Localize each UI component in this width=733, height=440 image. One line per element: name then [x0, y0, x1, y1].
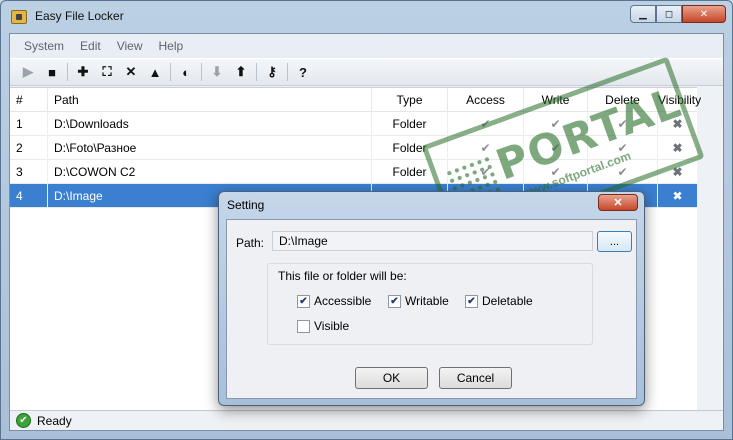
remove-icon[interactable]: ✕ — [119, 61, 143, 83]
row-path: D:\Foto\Разное — [48, 136, 372, 160]
checkbox-box — [297, 319, 310, 333]
delete-check-icon: ✔ — [588, 112, 658, 136]
arrow-up-icon[interactable]: ⬆ — [229, 61, 253, 83]
visible-checkbox[interactable]: Visible — [297, 319, 349, 333]
setting-dialog: Setting ✕ Path: D:\Image ... This file o… — [218, 191, 645, 406]
checkbox-label: Deletable — [482, 294, 533, 308]
table-row[interactable]: 1 D:\Downloads Folder ✔ ✔ ✔ ✖ — [10, 112, 697, 136]
write-check-icon: ✔ — [524, 136, 588, 160]
add-file-icon[interactable]: ✚ — [71, 61, 95, 83]
row-type: Folder — [372, 112, 448, 136]
visibility-cross-icon: ✖ — [672, 117, 683, 131]
toolbar-separator — [170, 63, 171, 81]
permissions-group: This file or folder will be: ✔ Accessibl… — [267, 263, 593, 345]
add-folder-icon[interactable]: ⛶ — [95, 61, 119, 83]
status-bar: ✔ Ready — [10, 410, 723, 430]
up-icon[interactable]: ▲ — [143, 61, 167, 83]
status-text: Ready — [37, 413, 72, 428]
menu-system[interactable]: System — [16, 39, 72, 53]
row-number: 3 — [10, 160, 48, 184]
write-check-icon: ✔ — [524, 112, 588, 136]
row-number: 1 — [10, 112, 48, 136]
access-check-icon: ✔ — [448, 136, 524, 160]
checkbox-box: ✔ — [465, 294, 478, 308]
deletable-checkbox[interactable]: ✔ Deletable — [465, 294, 533, 308]
toolbar-separator — [287, 63, 288, 81]
visibility-cross-icon: ✖ — [672, 141, 683, 155]
ok-button[interactable]: OK — [355, 367, 428, 389]
delete-check-icon: ✔ — [588, 136, 658, 160]
writable-checkbox[interactable]: ✔ Writable — [388, 294, 449, 308]
ready-check-icon: ✔ — [16, 413, 31, 428]
row-path: D:\Downloads — [48, 112, 372, 136]
column-header-access[interactable]: Access — [448, 88, 524, 112]
toolbar-separator — [201, 63, 202, 81]
title-bar[interactable]: Easy File Locker ▁ ◻ ✕ — [1, 1, 732, 33]
write-check-icon: ✔ — [524, 160, 588, 184]
help-icon[interactable]: ? — [291, 61, 315, 83]
visibility-cross-icon: ✖ — [672, 165, 683, 179]
column-header-number[interactable]: # — [10, 88, 48, 112]
group-caption: This file or folder will be: — [276, 269, 409, 283]
lock-app-icon — [11, 10, 27, 24]
maximize-button[interactable]: ◻ — [656, 5, 682, 23]
access-check-icon: ✔ — [448, 112, 524, 136]
stop-icon[interactable]: ■ — [40, 61, 64, 83]
toolbar-separator — [256, 63, 257, 81]
column-header-write[interactable]: Write — [524, 88, 588, 112]
play-icon[interactable]: ▶ — [16, 61, 40, 83]
path-label: Path: — [236, 236, 265, 250]
access-check-icon: ✔ — [448, 160, 524, 184]
minimize-button[interactable]: ▁ — [630, 5, 656, 23]
row-path: D:\COWON C2 — [48, 160, 372, 184]
visibility-cross-icon: ✖ — [672, 189, 683, 203]
row-number: 2 — [10, 136, 48, 160]
path-field[interactable]: D:\Image — [272, 231, 593, 251]
column-header-delete[interactable]: Delete — [588, 88, 658, 112]
arrow-down-icon[interactable]: ⬇ — [205, 61, 229, 83]
table-row[interactable]: 3 D:\COWON C2 Folder ✔ ✔ ✔ ✖ — [10, 160, 697, 184]
table-row[interactable]: 2 D:\Foto\Разное Folder ✔ ✔ ✔ ✖ — [10, 136, 697, 160]
browse-button[interactable]: ... — [597, 231, 632, 252]
row-number: 4 — [10, 184, 48, 208]
row-type: Folder — [372, 160, 448, 184]
checkbox-label: Visible — [314, 319, 350, 333]
row-type: Folder — [372, 136, 448, 160]
toolbar-separator — [67, 63, 68, 81]
checkbox-box: ✔ — [297, 294, 310, 308]
dialog-body: Path: D:\Image ... This file or folder w… — [226, 219, 637, 399]
dialog-title: Setting — [227, 198, 265, 212]
key-icon[interactable]: ⚷ — [260, 61, 284, 83]
column-header-path[interactable]: Path — [48, 88, 372, 112]
close-button[interactable]: ✕ — [682, 5, 726, 23]
menu-help[interactable]: Help — [151, 39, 192, 53]
menu-edit[interactable]: Edit — [72, 39, 109, 53]
checkbox-label: Accessible — [314, 294, 372, 308]
toolbar: ▶ ■ ✚ ⛶ ✕ ▲ ◐ ⬇ ⬆ ⚷ ? — [10, 58, 723, 86]
list-header: # Path Type Access Write Delete Visibili… — [10, 88, 701, 112]
menu-bar: System Edit View Help — [10, 34, 723, 58]
accessible-checkbox[interactable]: ✔ Accessible — [297, 294, 371, 308]
column-header-visibility[interactable]: Visibility — [658, 88, 701, 112]
checkbox-label: Writable — [405, 294, 449, 308]
column-header-type[interactable]: Type — [372, 88, 448, 112]
window-title: Easy File Locker — [35, 9, 124, 23]
delete-check-icon: ✔ — [588, 160, 658, 184]
checkbox-box: ✔ — [388, 294, 401, 308]
cancel-button[interactable]: Cancel — [439, 367, 512, 389]
dialog-close-button[interactable]: ✕ — [598, 194, 638, 211]
menu-view[interactable]: View — [109, 39, 151, 53]
contrast-icon[interactable]: ◐ — [174, 61, 198, 83]
